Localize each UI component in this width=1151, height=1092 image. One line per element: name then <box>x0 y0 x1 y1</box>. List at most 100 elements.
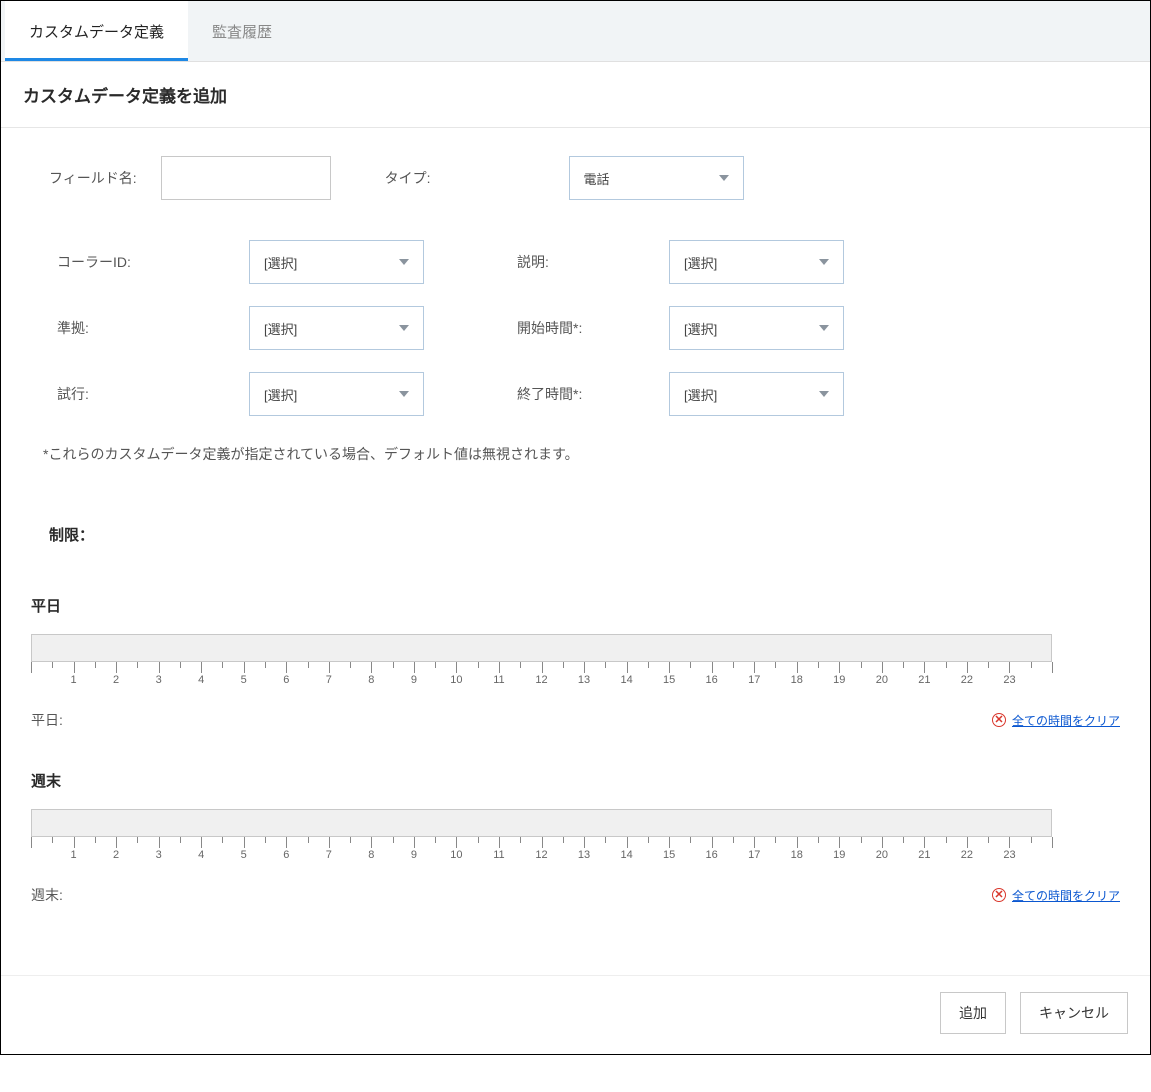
ruler-tick <box>74 662 75 673</box>
ruler-hour-label: 14 <box>620 674 632 686</box>
description-select[interactable]: [選択] <box>669 240 844 284</box>
ruler-tick <box>605 837 606 843</box>
ruler-tick <box>308 837 309 843</box>
ruler-hour-label: 12 <box>535 849 547 861</box>
ruler-tick <box>520 837 521 843</box>
cancel-button[interactable]: キャンセル <box>1020 992 1128 1034</box>
weekday-clear-link[interactable]: 全ての時間をクリア <box>1012 712 1120 729</box>
ruler-hour-label: 19 <box>833 674 845 686</box>
ruler-hour-label: 4 <box>198 849 204 861</box>
ruler-hour-label: 9 <box>411 849 417 861</box>
ruler-tick <box>967 662 968 673</box>
start-time-select[interactable]: [選択] <box>669 306 844 350</box>
ruler-hour-label: 15 <box>663 674 675 686</box>
ruler-tick <box>584 837 585 848</box>
ruler-hour-label: 17 <box>748 849 760 861</box>
ruler-tick <box>1031 837 1032 843</box>
top-form-row: フィールド名: タイプ: 電話 <box>49 156 1110 200</box>
ruler-tick <box>201 662 202 673</box>
ruler-tick <box>393 662 394 668</box>
weekday-time-bar[interactable] <box>31 634 1052 662</box>
ruler-tick <box>1009 662 1010 673</box>
ruler-tick <box>1009 837 1010 848</box>
tabs-bar: カスタムデータ定義 監査履歴 <box>1 1 1150 62</box>
ruler-tick <box>1052 837 1053 848</box>
end-time-select-value: [選択] <box>684 385 717 404</box>
tab-audit-history[interactable]: 監査履歴 <box>188 1 296 61</box>
ruler-tick <box>393 837 394 843</box>
ruler-tick <box>244 837 245 848</box>
ruler-tick <box>797 837 798 848</box>
ruler-tick <box>329 662 330 673</box>
weekday-ruler: 1234567891011121314151617181920212223 <box>31 662 1052 694</box>
ruler-hour-label: 23 <box>1003 849 1015 861</box>
ruler-tick <box>222 837 223 843</box>
ruler-tick <box>74 837 75 848</box>
close-circle-icon: ✕ <box>992 888 1006 902</box>
ruler-tick <box>159 837 160 848</box>
ruler-tick <box>265 662 266 668</box>
ruler-hour-label: 11 <box>493 674 504 686</box>
ruler-hour-label: 20 <box>876 674 888 686</box>
ruler-hour-label: 10 <box>450 849 462 861</box>
weekday-footer-label: 平日: <box>31 710 63 730</box>
ruler-hour-label: 2 <box>113 849 119 861</box>
ruler-tick <box>967 837 968 848</box>
add-button[interactable]: 追加 <box>940 992 1006 1034</box>
type-select-value: 電話 <box>584 169 610 188</box>
ruler-tick <box>435 837 436 843</box>
end-time-select[interactable]: [選択] <box>669 372 844 416</box>
ruler-hour-label: 7 <box>326 849 332 861</box>
weekday-section: 平日 1234567891011121314151617181920212223… <box>31 595 1120 730</box>
ruler-hour-label: 18 <box>791 849 803 861</box>
field-name-input[interactable] <box>161 156 331 200</box>
ruler-tick <box>775 662 776 668</box>
ruler-tick <box>903 662 904 668</box>
weekday-heading: 平日 <box>31 595 1120 616</box>
ruler-tick <box>542 662 543 673</box>
ruler-hour-label: 3 <box>156 674 162 686</box>
ruler-tick <box>797 662 798 673</box>
tab-custom-data-definition[interactable]: カスタムデータ定義 <box>5 1 188 61</box>
ruler-tick <box>499 662 500 673</box>
chevron-down-icon <box>399 325 409 331</box>
type-label: タイプ: <box>385 168 431 188</box>
form-area: フィールド名: タイプ: 電話 コーラーID: [選択] 説明: [選択] 準拠… <box>1 128 1150 595</box>
attempt-select[interactable]: [選択] <box>249 372 424 416</box>
ruler-hour-label: 4 <box>198 674 204 686</box>
ruler-hour-label: 12 <box>535 674 547 686</box>
ruler-tick <box>31 662 32 673</box>
weekend-time-bar[interactable] <box>31 809 1052 837</box>
ruler-tick <box>648 837 649 843</box>
ruler-tick <box>52 662 53 668</box>
ruler-tick <box>839 837 840 848</box>
ruler-hour-label: 6 <box>283 674 289 686</box>
type-select[interactable]: 電話 <box>569 156 744 200</box>
compliance-select[interactable]: [選択] <box>249 306 424 350</box>
ruler-tick <box>861 662 862 668</box>
ruler-hour-label: 10 <box>450 674 462 686</box>
weekend-ruler: 1234567891011121314151617181920212223 <box>31 837 1052 869</box>
ruler-hour-label: 13 <box>578 674 590 686</box>
caller-id-select[interactable]: [選択] <box>249 240 424 284</box>
ruler-tick <box>159 662 160 673</box>
ruler-tick <box>137 837 138 843</box>
weekend-section: 週末 1234567891011121314151617181920212223… <box>31 770 1120 905</box>
ruler-tick <box>946 662 947 668</box>
ruler-tick <box>563 662 564 668</box>
description-label: 説明: <box>509 252 669 272</box>
ruler-tick <box>180 662 181 668</box>
ruler-tick <box>350 662 351 668</box>
ruler-hour-label: 1 <box>70 674 76 686</box>
ruler-tick <box>95 837 96 843</box>
ruler-tick <box>584 662 585 673</box>
ruler-tick <box>839 662 840 673</box>
weekday-clear-wrap: ✕ 全ての時間をクリア <box>992 712 1120 729</box>
compliance-select-value: [選択] <box>264 319 297 338</box>
ruler-hour-label: 14 <box>620 849 632 861</box>
chevron-down-icon <box>819 259 829 265</box>
weekend-clear-link[interactable]: 全ての時間をクリア <box>1012 887 1120 904</box>
ruler-tick <box>414 662 415 673</box>
ruler-tick <box>456 662 457 673</box>
start-time-label: 開始時間*: <box>509 318 669 338</box>
